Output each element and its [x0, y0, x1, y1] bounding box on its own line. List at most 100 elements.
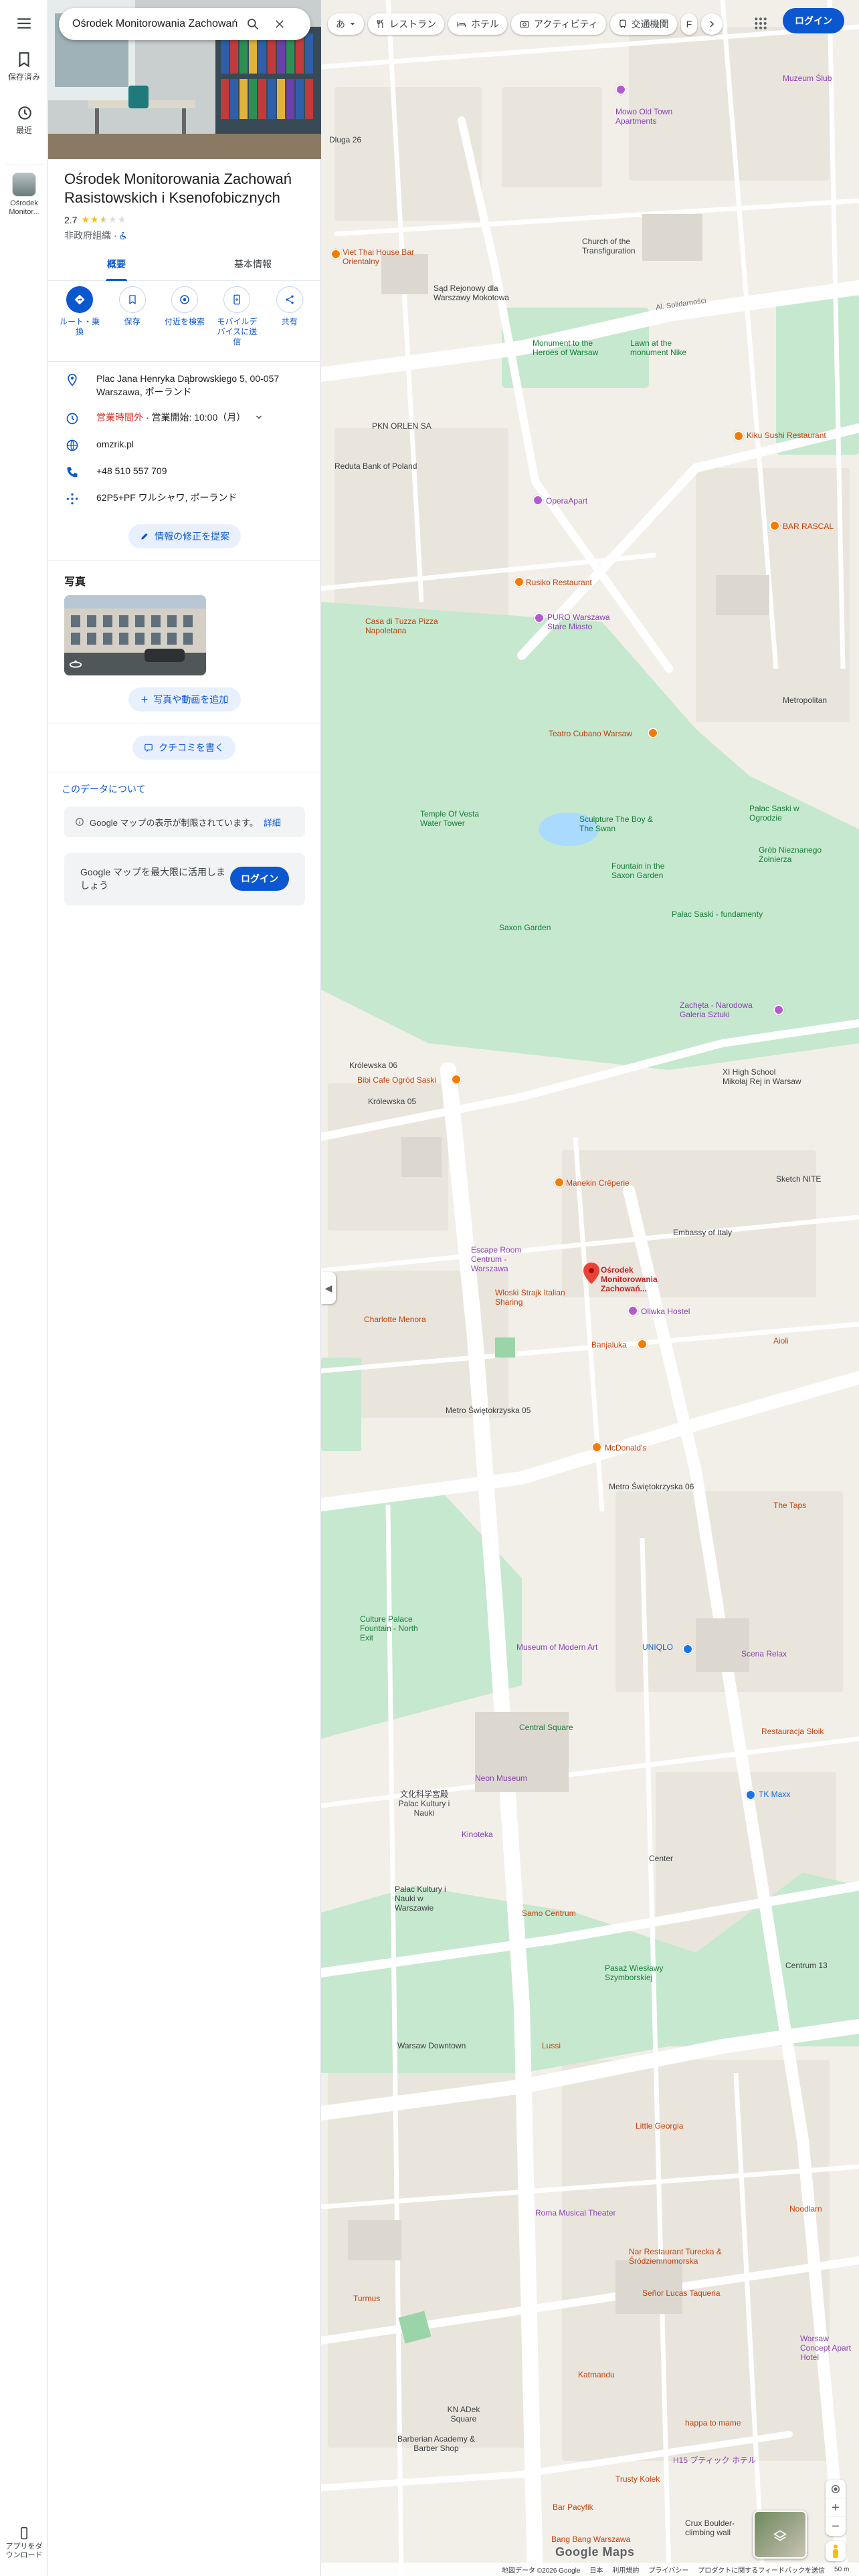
map-label[interactable]: Fountain in the Saxon Garden: [611, 861, 685, 880]
map-label[interactable]: H15 ブティック ホテル: [673, 2456, 756, 2465]
scale-label[interactable]: 50 m: [834, 2566, 849, 2573]
map-label[interactable]: 文化科学宮殿 Palac Kultury i Nauki: [391, 1790, 458, 1818]
clear-search-button[interactable]: [266, 11, 293, 37]
cafe-pin-icon[interactable]: [451, 1074, 462, 1085]
zoom-out-button[interactable]: −: [826, 2517, 846, 2536]
map-label[interactable]: Dluga 26: [329, 135, 361, 144]
map-label[interactable]: Señor Lucas Taqueria: [642, 2288, 721, 2298]
map-label[interactable]: Muzeum Ślub: [783, 74, 832, 83]
send-to-phone-button[interactable]: モバイルデバイスに送信: [213, 284, 260, 357]
hotel-pin-icon[interactable]: [533, 495, 543, 506]
map-label[interactable]: Sketch NITE: [776, 1174, 821, 1184]
login-promo-button[interactable]: ログイン: [230, 867, 289, 891]
map-label[interactable]: McDonald's: [605, 1443, 646, 1453]
map-label[interactable]: Noodlarn: [789, 2204, 822, 2214]
map-label[interactable]: BAR RASCAL: [783, 522, 834, 531]
map-label[interactable]: Królewska 06: [349, 1061, 397, 1070]
map-label[interactable]: Bang Bang Warszawa: [551, 2535, 630, 2544]
map-label[interactable]: Lussi: [542, 2041, 561, 2050]
map-label[interactable]: Church of the Transfiguration: [582, 237, 656, 255]
chevron-down-icon[interactable]: [255, 413, 263, 421]
saved-button[interactable]: 保存済み: [0, 51, 48, 82]
more-chips-button[interactable]: [700, 13, 723, 35]
map-label[interactable]: OperaApart: [546, 496, 587, 506]
map-label[interactable]: Pałac Kultury i Nauki w Warszawie: [395, 1885, 462, 1913]
map-label[interactable]: Central Square: [519, 1723, 573, 1732]
add-photo-button[interactable]: + 写真や動画を追加: [128, 687, 241, 712]
hotel-pin-icon[interactable]: [534, 613, 545, 623]
map-label[interactable]: happa to mame: [685, 2418, 741, 2428]
input-tools-chip[interactable]: あ: [328, 13, 364, 35]
hotel-chip[interactable]: ホテル: [448, 13, 507, 35]
restaurant-pin-icon[interactable]: [733, 431, 744, 441]
restaurant-pin-icon[interactable]: [648, 728, 658, 738]
save-button[interactable]: 保存: [109, 284, 156, 357]
map-label[interactable]: Restauracja Słoik: [761, 1727, 824, 1736]
recent-button[interactable]: 最近: [0, 104, 48, 136]
map-label[interactable]: Viet Thai House Bar Orientalny: [343, 247, 416, 266]
map-label[interactable]: Metropolitan: [783, 695, 827, 705]
map-label[interactable]: Oliwka Hostel: [641, 1307, 690, 1316]
privacy-link[interactable]: プライバシー: [648, 2565, 688, 2575]
apps-grid-button[interactable]: [749, 12, 772, 35]
pharmacy-chip[interactable]: F: [680, 13, 697, 35]
restaurant-pin-icon[interactable]: [591, 1442, 602, 1453]
about-data-link[interactable]: このデータについて: [62, 782, 146, 796]
menu-button[interactable]: [0, 15, 48, 35]
my-location-button[interactable]: [826, 2480, 846, 2498]
search-box[interactable]: [59, 8, 310, 40]
share-button[interactable]: 共有: [266, 284, 313, 357]
map-label[interactable]: Scena Relax: [741, 1649, 787, 1658]
recent-place-button[interactable]: Ośrodek Monitor...: [0, 173, 48, 217]
map-label[interactable]: Kiku Sushi Restaurant: [747, 431, 826, 440]
map-label[interactable]: Pałac Saski - fundamenty: [672, 909, 763, 919]
selected-place-label[interactable]: Ośrodek Monitorowania Zachowań...: [601, 1265, 674, 1293]
map-label[interactable]: TK Maxx: [759, 1790, 790, 1799]
map-label[interactable]: Neon Museum: [475, 1774, 527, 1783]
write-review-button[interactable]: クチコミを書く: [132, 736, 235, 760]
map-label[interactable]: Reduta Bank of Poland: [335, 461, 417, 471]
map-label[interactable]: Charlotte Menora: [364, 1315, 426, 1324]
map-label[interactable]: Embassy of Italy: [673, 1228, 732, 1237]
map-label[interactable]: Kinoteka: [462, 1830, 493, 1839]
region-link[interactable]: 日本: [589, 2565, 603, 2575]
map-label[interactable]: Escape Room Centrum - Warszawa: [471, 1245, 545, 1273]
restaurant-chip[interactable]: レストラン: [368, 13, 444, 35]
transit-chip[interactable]: 交通機関: [609, 13, 677, 35]
hours-row[interactable]: 営業時間外 · 営業開始: 10:00（月）: [48, 411, 321, 425]
map-label[interactable]: Sculpture The Boy & The Swan: [579, 815, 653, 833]
map-label[interactable]: Saxon Garden: [499, 923, 551, 932]
map-label[interactable]: Nar Restaurant Turecka & Śródziemnomorsk…: [629, 2247, 723, 2266]
map-label[interactable]: Trusty Kolek: [615, 2474, 660, 2484]
map-label[interactable]: Metro Świętokrzyska 06: [609, 1482, 694, 1491]
map-label[interactable]: Grób Nieznanego Żołnierza: [759, 845, 839, 864]
feedback-link[interactable]: プロダクトに関するフィードバックを送信: [698, 2565, 825, 2575]
notice-details-link[interactable]: 詳細: [264, 816, 281, 829]
map-label[interactable]: Katmandu: [578, 2370, 615, 2379]
layers-button[interactable]: [753, 2510, 807, 2559]
map-label[interactable]: Museum of Modern Art: [516, 1642, 597, 1652]
map-label[interactable]: Samo Centrum: [522, 1909, 576, 1918]
address-row[interactable]: Plac Jana Henryka Dąbrowskiego 5, 00-057…: [48, 372, 321, 399]
map-label[interactable]: Aioli: [773, 1336, 789, 1346]
map-label[interactable]: The Taps: [773, 1501, 806, 1510]
tab-about[interactable]: 基本情報: [185, 249, 321, 280]
map-label[interactable]: Bibi Cafe Ogród Saski: [357, 1075, 436, 1085]
map-label[interactable]: Pałac Saski w Ogrodzie: [749, 804, 816, 823]
map-label[interactable]: Casa di Tuzza Pizza Napoletana: [365, 617, 439, 635]
map-label[interactable]: Temple Of Vesta Water Tower: [420, 809, 494, 828]
map-label[interactable]: Warsaw Downtown: [397, 2041, 466, 2050]
search-input[interactable]: [72, 18, 240, 30]
get-app-button[interactable]: アプリをダウンロード: [0, 2527, 48, 2560]
zoom-in-button[interactable]: +: [826, 2498, 846, 2517]
restaurant-pin-icon[interactable]: [554, 1177, 565, 1188]
restaurant-pin-icon[interactable]: [330, 249, 341, 259]
map-label[interactable]: Mowo Old Town Apartments: [615, 107, 689, 126]
shop-pin-icon[interactable]: [745, 1790, 756, 1800]
map-label[interactable]: XI High School Mikołaj Rej in Warsaw: [723, 1067, 803, 1086]
map-canvas[interactable]: Mowo Old Town Apartments Muzeum Ślub Dlu…: [321, 0, 859, 2576]
phone-row[interactable]: +48 510 557 709: [48, 464, 321, 479]
selected-place-marker-icon[interactable]: [583, 1263, 599, 1284]
search-button[interactable]: [240, 11, 266, 37]
tab-overview[interactable]: 概要: [48, 249, 185, 281]
